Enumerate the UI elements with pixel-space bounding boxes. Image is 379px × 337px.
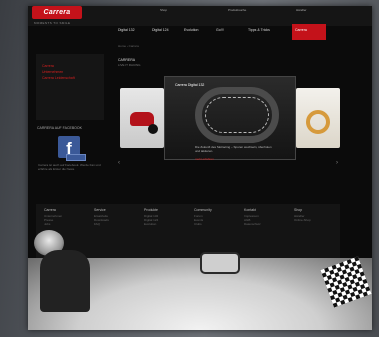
car-wheel (148, 124, 158, 134)
carousel-prev-arrow-icon[interactable]: ‹ (118, 160, 120, 166)
breadcrumb[interactable]: Home › Carrera (118, 44, 139, 48)
sidebar-item-company[interactable]: Unternehmen (42, 70, 63, 74)
carousel-next-arrow-icon[interactable]: › (336, 160, 338, 166)
facebook-text: Carrera ist auch auf Facebook. Werde Fan… (38, 163, 101, 171)
sidebar: Carrera Unternehmen Carrera Leidenschaft (36, 54, 104, 120)
footer-column-title: Community (194, 208, 212, 212)
nav-item-digital-124[interactable]: Digital 124 (152, 28, 178, 32)
page-title: CARRERA (118, 58, 136, 62)
nav-item-evolution[interactable]: Evolution (184, 28, 210, 32)
footer-column-title: Carrera (44, 208, 56, 212)
utility-link-dealer[interactable]: Händler (296, 8, 307, 12)
product-carousel: Carrera Digital 132 Die Zukunft des Slot… (118, 76, 342, 164)
sidebar-item-passion[interactable]: Carrera Leidenschaft (42, 76, 75, 80)
sidebar-item-carrera[interactable]: Carrera (42, 64, 54, 68)
footer-link[interactable]: Datenschutz (244, 222, 290, 226)
slide-title: Carrera Digital 132 (175, 83, 205, 87)
site-footer: Carrera Unternehmen Presse Jobs Service … (36, 204, 340, 258)
footer-column-title: Shop (294, 208, 303, 212)
carousel-slide-center[interactable]: Carrera Digital 132 Die Zukunft des Slot… (164, 76, 296, 161)
footer-link[interactable]: Jobs (44, 222, 90, 226)
footer-link[interactable]: Clubs (194, 222, 240, 226)
footer-column-title: Produkte (144, 208, 159, 212)
brand-logo[interactable]: Carrera (32, 6, 82, 19)
nav-item-go[interactable]: Go!!! (216, 28, 242, 32)
footer-link[interactable]: FAQ (94, 222, 140, 226)
slide-more-link[interactable]: mehr erfahren (195, 157, 214, 161)
nav-item-digital-132[interactable]: Digital 132 (118, 28, 144, 32)
track-loop-image (306, 110, 330, 134)
carousel-slide-right[interactable] (296, 88, 340, 148)
footer-column: Carrera Unternehmen Presse Jobs (44, 208, 90, 226)
footer-column-title: Service (94, 208, 106, 212)
footer-link[interactable]: Evolution (144, 222, 190, 226)
carousel-slide-left[interactable] (120, 88, 164, 148)
footer-column: Shop Händler Online-Shop (294, 208, 340, 222)
track-lane-marking (205, 97, 269, 133)
facebook-section-title: CARRERA AUF FACEBOOK (37, 126, 82, 130)
brand-tagline: MOMENTS TO SMILE (34, 21, 71, 25)
footer-column: Community Forum Events Clubs (194, 208, 240, 226)
footer-link[interactable]: Online-Shop (294, 218, 340, 222)
footer-column: Kontakt Impressum AGB Datenschutz (244, 208, 290, 226)
facebook-like-button[interactable] (66, 154, 86, 161)
utility-link-search[interactable]: Produktsuche (228, 8, 246, 12)
page-subtitle: LIVE IT RACING (118, 63, 141, 67)
main-navigation: Digital 132 Digital 124 Evolution Go!!! … (112, 24, 338, 40)
slot-car-image (200, 252, 240, 274)
nav-item-active[interactable]: Carrera (292, 24, 326, 40)
utility-link-shop[interactable]: Shop (160, 8, 167, 12)
nav-item-tips[interactable]: Tipps & Tricks (248, 28, 274, 32)
racer-figure-image (40, 250, 90, 312)
footer-column: Service Ersatzteile Downloads FAQ (94, 208, 140, 226)
slide-caption: Die Zukunft des Slotracing – Spuren wech… (195, 145, 272, 153)
screenshot-stage: Carrera MOMENTS TO SMILE Shop Produktsuc… (0, 0, 379, 337)
footer-column-title: Kontakt (244, 208, 256, 212)
footer-column: Produkte Digital 132 Digital 124 Evoluti… (144, 208, 190, 226)
